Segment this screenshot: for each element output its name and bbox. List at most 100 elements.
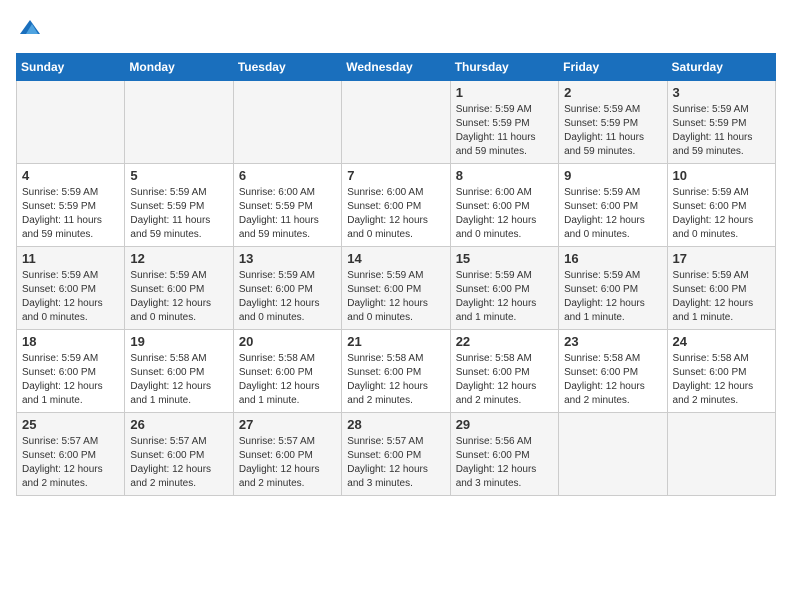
header-thursday: Thursday [450,54,558,81]
cell-content: Sunrise: 5:58 AM Sunset: 6:00 PM Dayligh… [456,352,553,408]
day-number: 4 [22,168,119,183]
day-number: 27 [239,417,336,432]
cell-content: Sunrise: 5:59 AM Sunset: 6:00 PM Dayligh… [130,269,227,325]
calendar-cell: 13 Sunrise: 5:59 AM Sunset: 6:00 PM Dayli… [233,247,341,330]
day-number: 11 [22,251,119,266]
cell-content: Sunrise: 5:59 AM Sunset: 6:00 PM Dayligh… [673,186,770,242]
cell-content: Sunrise: 5:59 AM Sunset: 5:59 PM Dayligh… [673,103,770,159]
day-number: 14 [347,251,444,266]
header-wednesday: Wednesday [342,54,450,81]
calendar-cell: 19 Sunrise: 5:58 AM Sunset: 6:00 PM Dayli… [125,330,233,413]
cell-content: Sunrise: 5:59 AM Sunset: 5:59 PM Dayligh… [130,186,227,242]
day-number: 17 [673,251,770,266]
day-number: 28 [347,417,444,432]
calendar-cell: 16 Sunrise: 5:59 AM Sunset: 6:00 PM Dayli… [559,247,667,330]
cell-content: Sunrise: 5:58 AM Sunset: 6:00 PM Dayligh… [130,352,227,408]
day-number: 7 [347,168,444,183]
cell-content: Sunrise: 5:57 AM Sunset: 6:00 PM Dayligh… [130,435,227,491]
calendar-week-1: 1 Sunrise: 5:59 AM Sunset: 5:59 PM Daylig… [17,81,776,164]
calendar-cell: 3Sunrise: 5:59 AM Sunset: 5:59 PM Daylig… [667,81,775,164]
day-number: 16 [564,251,661,266]
calendar-cell: 24 Sunrise: 5:58 AM Sunset: 6:00 PM Dayli… [667,330,775,413]
day-number: 5 [130,168,227,183]
day-number: 24 [673,334,770,349]
cell-content: Sunrise: 5:59 AM Sunset: 6:00 PM Dayligh… [22,352,119,408]
cell-content: Sunrise: 5:59 AM Sunset: 5:59 PM Dayligh… [564,103,661,159]
calendar-cell: 9 Sunrise: 5:59 AM Sunset: 6:00 PM Daylig… [559,164,667,247]
day-number: 13 [239,251,336,266]
calendar-cell: 2 Sunrise: 5:59 AM Sunset: 5:59 PM Daylig… [559,81,667,164]
cell-content: Sunrise: 5:57 AM Sunset: 6:00 PM Dayligh… [347,435,444,491]
calendar-cell [125,81,233,164]
cell-content: Sunrise: 5:59 AM Sunset: 5:59 PM Dayligh… [456,103,553,159]
cell-content: Sunrise: 5:59 AM Sunset: 6:00 PM Dayligh… [564,186,661,242]
day-number: 19 [130,334,227,349]
calendar-cell [559,413,667,496]
cell-content: Sunrise: 5:59 AM Sunset: 6:00 PM Dayligh… [347,269,444,325]
calendar-week-2: 4 Sunrise: 5:59 AM Sunset: 5:59 PM Daylig… [17,164,776,247]
calendar-cell: 28 Sunrise: 5:57 AM Sunset: 6:00 PM Dayli… [342,413,450,496]
day-number: 6 [239,168,336,183]
calendar-cell: 12 Sunrise: 5:59 AM Sunset: 6:00 PM Dayli… [125,247,233,330]
calendar-cell: 7 Sunrise: 6:00 AM Sunset: 6:00 PM Daylig… [342,164,450,247]
calendar-cell: 22 Sunrise: 5:58 AM Sunset: 6:00 PM Dayli… [450,330,558,413]
cell-content: Sunrise: 5:58 AM Sunset: 6:00 PM Dayligh… [347,352,444,408]
day-number: 26 [130,417,227,432]
day-number: 1 [456,85,553,100]
day-number: 9 [564,168,661,183]
calendar-table: SundayMondayTuesdayWednesdayThursdayFrid… [16,53,776,496]
day-number: 18 [22,334,119,349]
calendar-cell [342,81,450,164]
day-number: 12 [130,251,227,266]
cell-content: Sunrise: 5:59 AM Sunset: 6:00 PM Dayligh… [22,269,119,325]
day-number: 2 [564,85,661,100]
day-number: 21 [347,334,444,349]
cell-content: Sunrise: 5:59 AM Sunset: 6:00 PM Dayligh… [239,269,336,325]
calendar-header-row: SundayMondayTuesdayWednesdayThursdayFrid… [17,54,776,81]
day-number: 20 [239,334,336,349]
calendar-cell: 17 Sunrise: 5:59 AM Sunset: 6:00 PM Dayli… [667,247,775,330]
calendar-cell: 21 Sunrise: 5:58 AM Sunset: 6:00 PM Dayli… [342,330,450,413]
header-sunday: Sunday [17,54,125,81]
cell-content: Sunrise: 5:59 AM Sunset: 5:59 PM Dayligh… [22,186,119,242]
logo [16,16,42,45]
calendar-cell [17,81,125,164]
logo-icon [18,16,42,40]
cell-content: Sunrise: 5:57 AM Sunset: 6:00 PM Dayligh… [239,435,336,491]
calendar-cell: 1 Sunrise: 5:59 AM Sunset: 5:59 PM Daylig… [450,81,558,164]
cell-content: Sunrise: 5:59 AM Sunset: 6:00 PM Dayligh… [564,269,661,325]
day-number: 23 [564,334,661,349]
cell-content: Sunrise: 5:58 AM Sunset: 6:00 PM Dayligh… [673,352,770,408]
calendar-cell: 5 Sunrise: 5:59 AM Sunset: 5:59 PM Daylig… [125,164,233,247]
calendar-cell: 4 Sunrise: 5:59 AM Sunset: 5:59 PM Daylig… [17,164,125,247]
day-number: 10 [673,168,770,183]
calendar-week-3: 11 Sunrise: 5:59 AM Sunset: 6:00 PM Dayli… [17,247,776,330]
calendar-cell: 14 Sunrise: 5:59 AM Sunset: 6:00 PM Dayli… [342,247,450,330]
cell-content: Sunrise: 5:58 AM Sunset: 6:00 PM Dayligh… [239,352,336,408]
calendar-cell: 10 Sunrise: 5:59 AM Sunset: 6:00 PM Dayli… [667,164,775,247]
day-number: 8 [456,168,553,183]
header-tuesday: Tuesday [233,54,341,81]
day-number: 22 [456,334,553,349]
calendar-cell: 8Sunrise: 6:00 AM Sunset: 6:00 PM Daylig… [450,164,558,247]
calendar-week-4: 18 Sunrise: 5:59 AM Sunset: 6:00 PM Dayli… [17,330,776,413]
day-number: 25 [22,417,119,432]
cell-content: Sunrise: 6:00 AM Sunset: 6:00 PM Dayligh… [347,186,444,242]
calendar-cell: 27 Sunrise: 5:57 AM Sunset: 6:00 PM Dayli… [233,413,341,496]
cell-content: Sunrise: 5:59 AM Sunset: 6:00 PM Dayligh… [456,269,553,325]
calendar-cell: 29Sunrise: 5:56 AM Sunset: 6:00 PM Dayli… [450,413,558,496]
calendar-cell: 18 Sunrise: 5:59 AM Sunset: 6:00 PM Dayli… [17,330,125,413]
cell-content: Sunrise: 5:58 AM Sunset: 6:00 PM Dayligh… [564,352,661,408]
cell-content: Sunrise: 5:59 AM Sunset: 6:00 PM Dayligh… [673,269,770,325]
calendar-cell [667,413,775,496]
calendar-week-5: 25 Sunrise: 5:57 AM Sunset: 6:00 PM Dayli… [17,413,776,496]
calendar-cell: 20 Sunrise: 5:58 AM Sunset: 6:00 PM Dayli… [233,330,341,413]
cell-content: Sunrise: 6:00 AM Sunset: 5:59 PM Dayligh… [239,186,336,242]
day-number: 29 [456,417,553,432]
calendar-cell: 11 Sunrise: 5:59 AM Sunset: 6:00 PM Dayli… [17,247,125,330]
calendar-cell: 25 Sunrise: 5:57 AM Sunset: 6:00 PM Dayli… [17,413,125,496]
cell-content: Sunrise: 5:57 AM Sunset: 6:00 PM Dayligh… [22,435,119,491]
day-number: 15 [456,251,553,266]
calendar-cell: 26 Sunrise: 5:57 AM Sunset: 6:00 PM Dayli… [125,413,233,496]
calendar-cell: 15 Sunrise: 5:59 AM Sunset: 6:00 PM Dayli… [450,247,558,330]
